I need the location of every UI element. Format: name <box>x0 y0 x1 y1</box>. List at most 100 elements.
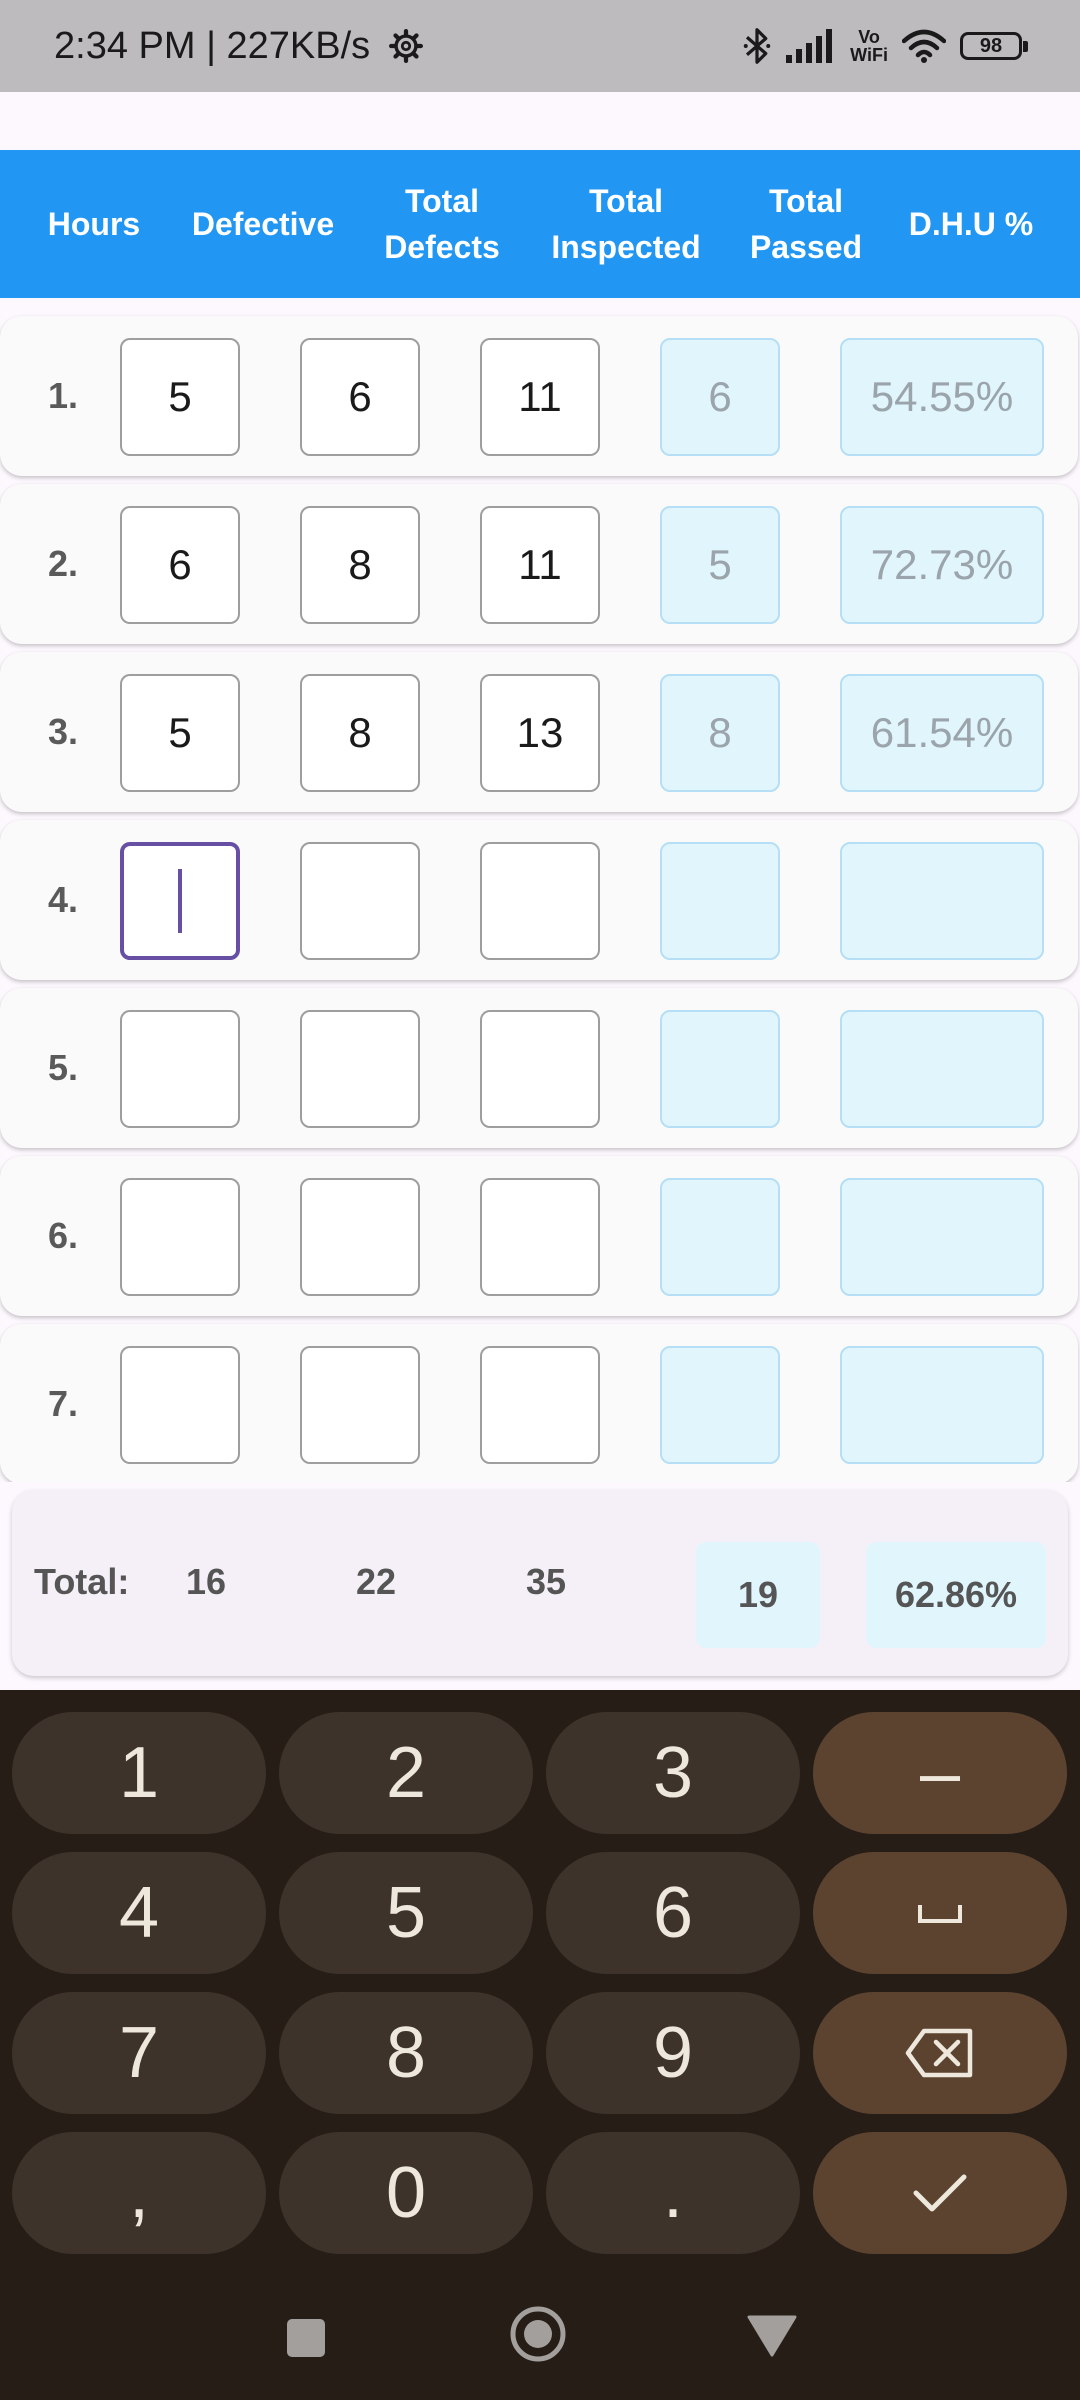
total-defects-sum: 22 <box>355 1561 397 1602</box>
header-hours-label: Hours <box>47 206 141 242</box>
defective-input[interactable] <box>120 1346 240 1464</box>
header-total-defects-line2: Defects <box>384 229 500 265</box>
table-row: 4. <box>0 820 1078 980</box>
table-row: 1. 5 6 11 6 54.55% <box>0 316 1078 476</box>
status-time-text: 2:34 PM | 227KB/s <box>54 25 371 67</box>
key-comma[interactable]: , <box>12 2132 266 2254</box>
total-defects-input[interactable] <box>300 1010 420 1128</box>
status-time: 2:34 PM | 227KB/s <box>54 24 423 68</box>
header-total-inspected-line2: Inspected <box>551 229 701 265</box>
total-inspected-input[interactable]: 11 <box>480 338 600 456</box>
table-row: 3. 5 8 13 8 61.54% <box>0 652 1078 812</box>
defective-input[interactable]: 5 <box>120 338 240 456</box>
total-inspected-input[interactable] <box>480 1178 600 1296</box>
totals-label: Total: <box>34 1561 130 1602</box>
dhu-value: 61.54% <box>840 674 1044 792</box>
total-passed-value: 8 <box>660 674 780 792</box>
dhu-value: 54.55% <box>840 338 1044 456</box>
nav-recents-button[interactable] <box>270 2302 342 2374</box>
status-bar: 2:34 PM | 227KB/s Vo WiFi 98 <box>0 0 1080 92</box>
key-backspace[interactable] <box>813 1992 1067 2114</box>
header-total-passed-line2: Passed <box>749 229 863 265</box>
total-inspected-input[interactable]: 13 <box>480 674 600 792</box>
defective-input[interactable] <box>120 1010 240 1128</box>
key-5[interactable]: 5 <box>279 1852 533 1974</box>
total-passed-value: 6 <box>660 338 780 456</box>
totals-card: Total: 16 22 35 19 62.86% <box>12 1490 1068 1676</box>
vowifi-line1: Vo <box>858 27 880 47</box>
dhu-value <box>840 1178 1044 1296</box>
table-row: 7. <box>0 1324 1078 1482</box>
key-period[interactable]: . <box>546 2132 800 2254</box>
row-number: 5. <box>48 1047 79 1088</box>
key-4[interactable]: 4 <box>12 1852 266 1974</box>
key-7[interactable]: 7 <box>12 1992 266 2114</box>
row-number: 2. <box>48 543 79 584</box>
checkmark-icon <box>913 2174 967 2212</box>
total-defects-input[interactable]: 6 <box>300 338 420 456</box>
key-space[interactable] <box>813 1852 1067 1974</box>
defective-input[interactable]: 5 <box>120 674 240 792</box>
status-icons: Vo WiFi 98 <box>742 24 1028 68</box>
total-inspected-input[interactable] <box>480 1010 600 1128</box>
total-inspected-sum: 35 <box>525 1561 567 1602</box>
total-defects-input[interactable]: 8 <box>300 506 420 624</box>
key-3[interactable]: 3 <box>546 1712 800 1834</box>
table-row: 2. 6 8 11 5 72.73% <box>0 484 1078 644</box>
key-9[interactable]: 9 <box>546 1992 800 2114</box>
header-total-defects: Total Defects <box>368 150 516 298</box>
dhu-value <box>840 842 1044 960</box>
nav-back-button[interactable] <box>736 2300 808 2372</box>
triangle-back-icon <box>747 2315 797 2357</box>
total-defects-input[interactable]: 8 <box>300 674 420 792</box>
total-defective: 16 <box>185 1561 227 1602</box>
defective-input[interactable]: 6 <box>120 506 240 624</box>
row-number: 4. <box>48 879 79 920</box>
total-inspected-input[interactable] <box>480 842 600 960</box>
wifi-icon <box>902 29 946 63</box>
backspace-icon <box>905 2028 973 2078</box>
header-dhu: D.H.U % <box>896 150 1046 298</box>
square-icon <box>287 2319 325 2357</box>
circle-home-icon <box>510 2306 566 2362</box>
defective-input[interactable] <box>120 1178 240 1296</box>
space-icon <box>918 1905 962 1923</box>
nav-home-button[interactable] <box>502 2298 574 2370</box>
total-defects-input[interactable] <box>300 842 420 960</box>
key-8[interactable]: 8 <box>279 1992 533 2114</box>
header-total-inspected-line1: Total <box>588 183 664 219</box>
header-total-inspected: Total Inspected <box>536 150 716 298</box>
header-defective-label: Defective <box>191 206 335 242</box>
key-0[interactable]: 0 <box>279 2132 533 2254</box>
header-total-passed-line1: Total <box>768 183 844 219</box>
header-total-passed: Total Passed <box>732 150 880 298</box>
total-defects-input[interactable] <box>300 1346 420 1464</box>
key-2[interactable]: 2 <box>279 1712 533 1834</box>
total-passed-value <box>660 842 780 960</box>
key-done[interactable] <box>813 2132 1067 2254</box>
vowifi-indicator: Vo WiFi <box>850 28 888 64</box>
total-passed-sum: 19 <box>696 1542 820 1648</box>
table-row: 5. <box>0 988 1078 1148</box>
total-passed-value <box>660 1346 780 1464</box>
row-number: 1. <box>48 375 79 416</box>
key-1[interactable]: 1 <box>12 1712 266 1834</box>
header-defective: Defective <box>178 150 348 298</box>
row-number: 6. <box>48 1215 79 1256</box>
entry-rows: 1. 5 6 11 6 54.55% 2. 6 8 11 5 72.73% 3.… <box>0 298 1080 1482</box>
numeric-keyboard: 1 2 3 – 4 5 6 7 8 9 , 0 . <box>0 1690 1080 2400</box>
row-number: 3. <box>48 711 79 752</box>
total-passed-value: 5 <box>660 506 780 624</box>
total-passed-value <box>660 1178 780 1296</box>
key-minus[interactable]: – <box>813 1712 1067 1834</box>
header-dhu-label: D.H.U % <box>908 206 1034 242</box>
vowifi-line2: WiFi <box>850 45 888 65</box>
dhu-value <box>840 1010 1044 1128</box>
signal-icon <box>786 29 833 63</box>
key-6[interactable]: 6 <box>546 1852 800 1974</box>
total-inspected-input[interactable]: 11 <box>480 506 600 624</box>
total-dhu: 62.86% <box>866 1542 1046 1648</box>
total-defects-input[interactable] <box>300 1178 420 1296</box>
defective-input-focused[interactable] <box>120 842 240 960</box>
total-inspected-input[interactable] <box>480 1346 600 1464</box>
